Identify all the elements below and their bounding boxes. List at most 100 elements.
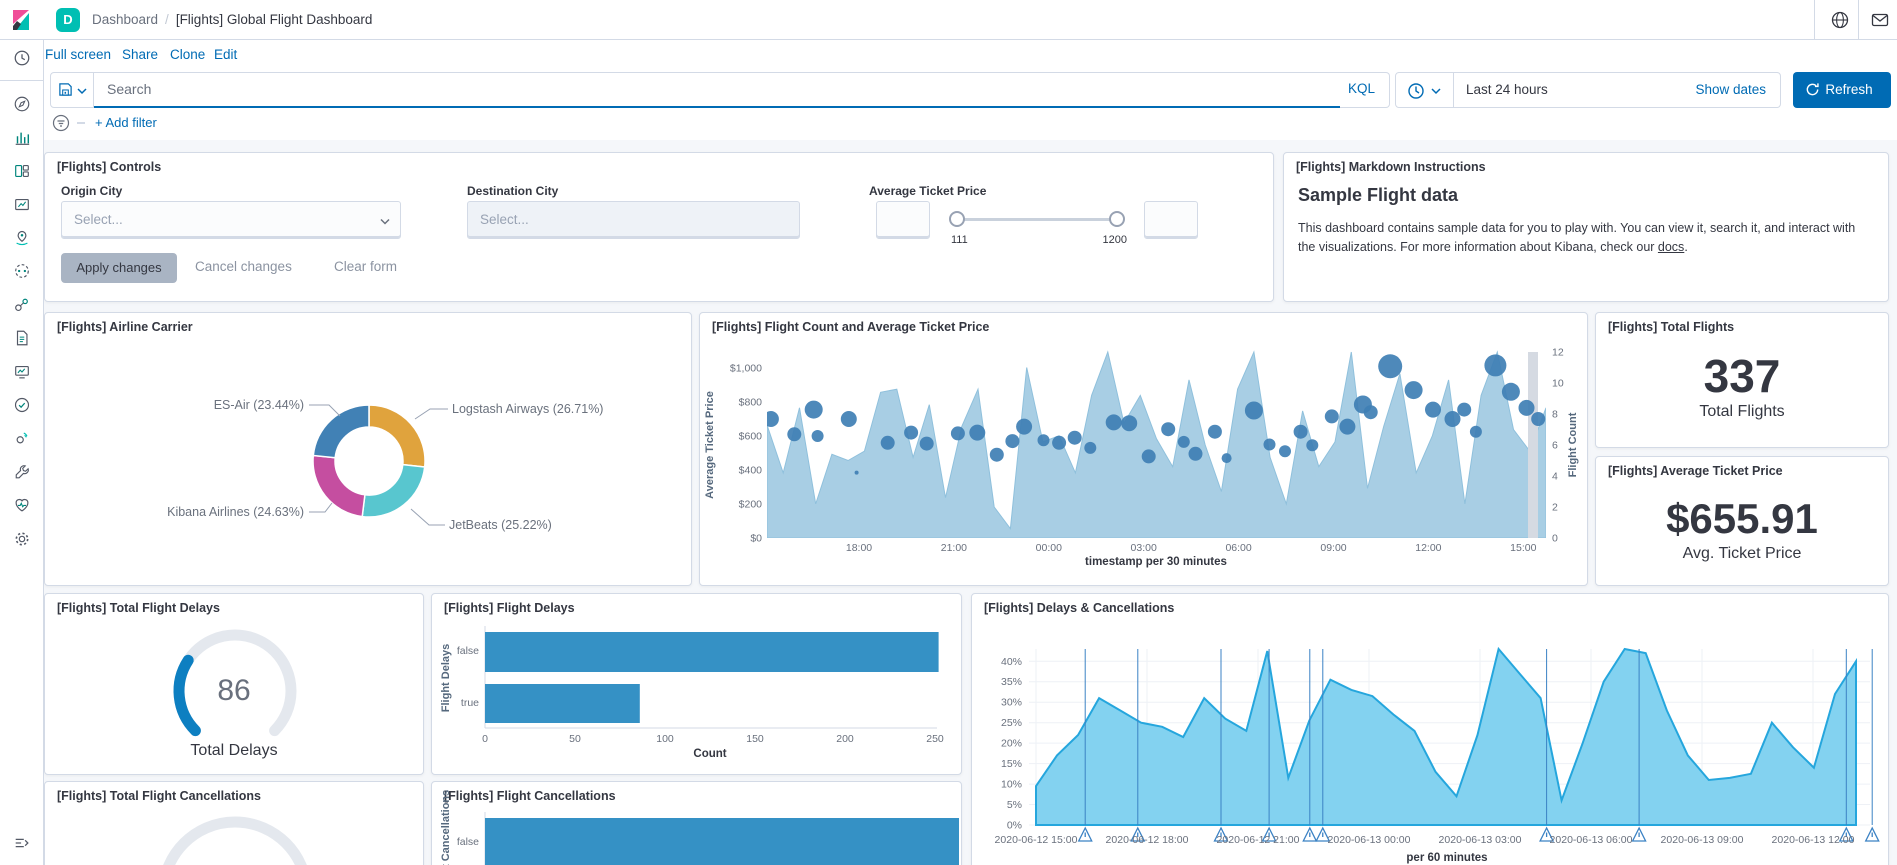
avg-price-bubble[interactable] [1531, 412, 1545, 426]
price-range-slider[interactable]: 111 1200 [957, 218, 1117, 221]
avg-price-bubble[interactable] [1121, 415, 1137, 431]
sidebar-item-visualize[interactable] [13, 129, 31, 147]
pie-slice-kibana-airlines[interactable] [313, 456, 365, 517]
avg-price-bubble[interactable] [881, 436, 895, 450]
space-badge[interactable]: D [56, 8, 80, 32]
docs-link[interactable]: docs [1658, 240, 1684, 254]
saved-query-button[interactable] [50, 72, 94, 108]
collapse-nav-button[interactable] [13, 834, 31, 852]
panel-title[interactable]: [Flights] Average Ticket Price [1608, 464, 1783, 478]
sidebar-item-maps[interactable] [13, 229, 31, 247]
avg-price-bubble[interactable] [1038, 434, 1050, 446]
cancel-changes-button[interactable]: Cancel changes [195, 259, 292, 274]
avg-price-bubble[interactable] [1339, 419, 1355, 435]
price-min-input[interactable] [876, 201, 930, 239]
avg-price-bubble[interactable] [1378, 354, 1402, 378]
clear-form-button[interactable]: Clear form [334, 259, 397, 274]
avg-price-bubble[interactable] [1208, 425, 1222, 439]
destination-city-select[interactable]: Select... [467, 201, 800, 239]
kql-syntax-button[interactable]: KQL [1348, 81, 1375, 96]
help-globe-icon[interactable] [1830, 10, 1850, 30]
sidebar-item-dev-tools[interactable] [13, 463, 31, 481]
avg-price-bubble[interactable] [1264, 439, 1276, 451]
avg-price-bubble[interactable] [1106, 414, 1122, 430]
slider-handle-max[interactable] [1109, 211, 1125, 227]
avg-price-bubble[interactable] [841, 411, 857, 427]
avg-price-bubble[interactable] [1142, 449, 1156, 463]
avg-price-bubble[interactable] [1502, 383, 1520, 401]
bar-true[interactable] [485, 684, 640, 723]
avg-price-bubble[interactable] [1484, 354, 1506, 376]
share-button[interactable]: Share [122, 47, 158, 62]
breadcrumb-dashboard[interactable]: Dashboard [92, 12, 158, 27]
avg-price-bubble[interactable] [904, 426, 918, 440]
avg-price-bubble[interactable] [1457, 403, 1471, 417]
sidebar-item-management[interactable] [13, 530, 31, 548]
avg-price-bubble[interactable] [969, 425, 985, 441]
avg-price-bubble[interactable] [1294, 425, 1308, 439]
sidebar-item-dashboard[interactable] [13, 162, 31, 180]
avg-price-bubble[interactable] [920, 437, 934, 451]
avg-price-bubble[interactable] [1279, 445, 1291, 457]
sidebar-item-uptime[interactable] [13, 396, 31, 414]
refresh-button[interactable]: Refresh [1793, 72, 1891, 108]
sidebar-item-logs[interactable] [13, 329, 31, 347]
add-filter-button[interactable]: + Add filter [95, 115, 157, 130]
pie-slice-es-air[interactable] [313, 405, 369, 458]
price-max-input[interactable] [1144, 201, 1198, 239]
panel-title[interactable]: [Flights] Markdown Instructions [1296, 160, 1486, 174]
delays-cancellations-series[interactable] [1036, 649, 1856, 825]
full-screen-button[interactable]: Full screen [45, 47, 111, 62]
kibana-logo-icon[interactable] [10, 9, 32, 31]
avg-price-bubble[interactable] [1189, 447, 1203, 461]
sidebar-item-metrics[interactable] [13, 363, 31, 381]
avg-price-bubble[interactable] [812, 430, 824, 442]
sidebar-item-machine-learning[interactable] [13, 262, 31, 280]
avg-price-bubble[interactable] [1325, 409, 1339, 423]
panel-title[interactable]: [Flights] Controls [57, 160, 161, 174]
sidebar-item-canvas[interactable] [13, 196, 31, 214]
avg-price-bubble[interactable] [1178, 436, 1190, 448]
avg-price-bubble[interactable] [763, 411, 779, 427]
origin-city-select[interactable]: Select... [61, 201, 401, 239]
avg-price-bubble[interactable] [1425, 402, 1441, 418]
avg-price-bubble[interactable] [1470, 426, 1482, 438]
avg-price-bubble[interactable] [1052, 436, 1066, 450]
avg-price-bubble[interactable] [787, 427, 801, 441]
avg-price-bubble[interactable] [1245, 402, 1263, 420]
sidebar-item-graph[interactable] [13, 296, 31, 314]
newsfeed-envelope-icon[interactable] [1870, 10, 1890, 30]
show-dates-button[interactable]: Show dates [1695, 82, 1766, 97]
edit-button[interactable]: Edit [214, 47, 237, 62]
avg-price-bubble[interactable] [1306, 439, 1318, 451]
avg-price-bubble[interactable] [1005, 434, 1019, 448]
avg-price-bubble[interactable] [1222, 453, 1232, 463]
avg-price-bubble[interactable] [1016, 419, 1032, 435]
avg-price-bubble[interactable] [1161, 422, 1175, 436]
panel-title[interactable]: [Flights] Total Flights [1608, 320, 1734, 334]
avg-price-bubble[interactable] [1364, 405, 1378, 419]
bar-false[interactable] [485, 632, 939, 672]
clock-icon[interactable] [1406, 81, 1446, 101]
avg-price-bubble[interactable] [1405, 381, 1423, 399]
sidebar-item-recently-viewed[interactable] [13, 49, 31, 67]
filter-icon[interactable] [52, 114, 70, 132]
time-range-label[interactable]: Last 24 hours [1466, 82, 1548, 97]
avg-price-bubble[interactable] [1068, 431, 1082, 445]
avg-price-bubble[interactable] [1445, 411, 1461, 427]
sidebar-item-stack-monitoring[interactable] [13, 496, 31, 514]
search-input[interactable] [94, 72, 1390, 108]
avg-price-bubble[interactable] [805, 401, 823, 419]
apply-changes-button[interactable]: Apply changes [61, 253, 177, 283]
pie-slice-logstash-airways[interactable] [369, 405, 425, 467]
sidebar-item-discover[interactable] [13, 95, 31, 113]
avg-price-bubble[interactable] [855, 471, 859, 475]
avg-price-bubble[interactable] [1519, 400, 1535, 416]
slider-handle-min[interactable] [949, 211, 965, 227]
avg-price-bubble[interactable] [990, 448, 1004, 462]
pie-slice-jetbeats[interactable] [362, 465, 425, 517]
sidebar-item-apm[interactable] [13, 429, 31, 447]
bar-false[interactable] [485, 818, 959, 865]
avg-price-bubble[interactable] [1084, 442, 1096, 454]
clone-button[interactable]: Clone [170, 47, 205, 62]
